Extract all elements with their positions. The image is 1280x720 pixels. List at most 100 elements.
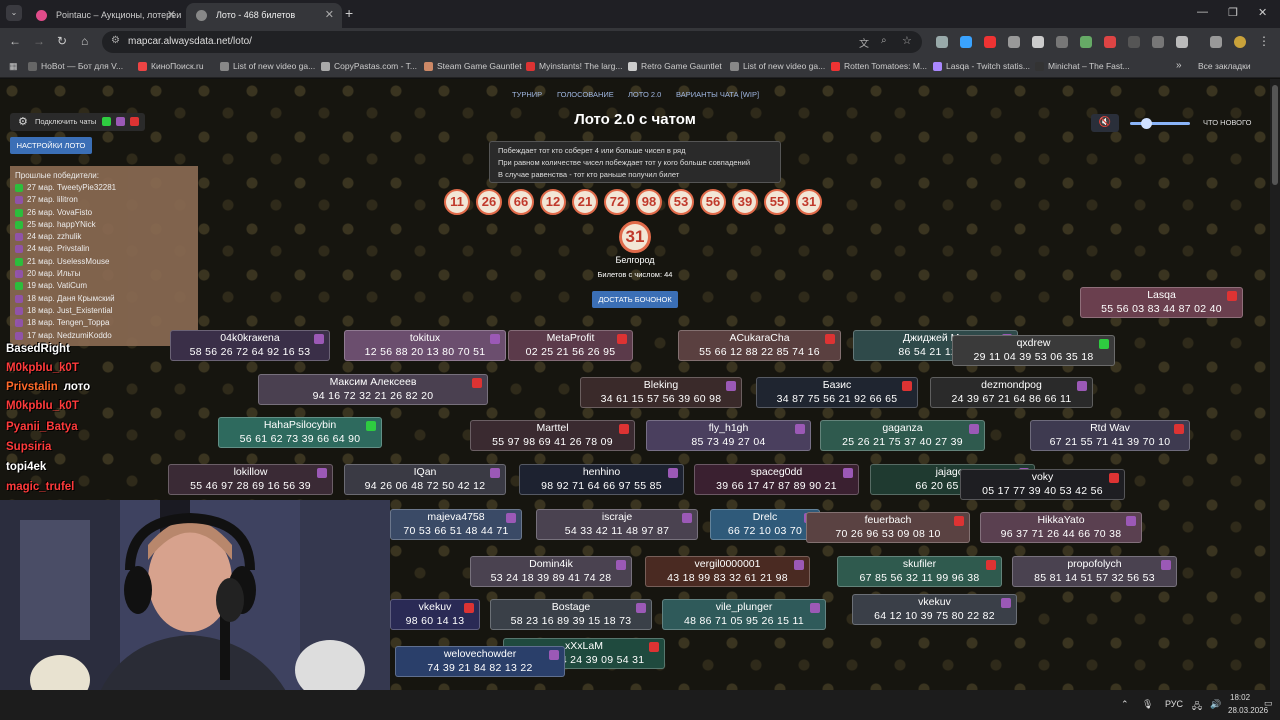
bookmark-item[interactable]: CopyPastas.com - T... bbox=[321, 61, 417, 71]
draw-barrel-button[interactable]: ДОСТАТЬ БОЧОНОК bbox=[592, 291, 678, 308]
nav-chat-variants-link[interactable]: ВАРИАНТЫ ЧАТА [WIP] bbox=[676, 90, 759, 99]
home-icon[interactable]: ⌂ bbox=[81, 34, 88, 48]
extensions-puzzle-icon[interactable] bbox=[1176, 36, 1188, 48]
lottery-ticket: Bleking 34 61 15 57 56 39 60 98 bbox=[580, 377, 742, 408]
notifications-icon[interactable]: ▭ bbox=[1264, 698, 1273, 709]
new-tab-button[interactable]: + bbox=[345, 5, 353, 21]
all-bookmarks-link[interactable]: Все закладки bbox=[1198, 61, 1251, 71]
minimize-icon[interactable]: — bbox=[1197, 6, 1208, 18]
forward-icon[interactable]: → bbox=[33, 34, 45, 48]
apps-grid-icon[interactable]: ▦ bbox=[9, 61, 18, 72]
lottery-ticket: tokitux 12 56 88 20 13 80 70 51 bbox=[344, 330, 506, 361]
bookmark-item[interactable]: Myinstants! The larg... bbox=[526, 61, 622, 71]
kick-icon[interactable] bbox=[102, 117, 111, 126]
translate-icon[interactable]: 文 bbox=[859, 35, 869, 50]
close-window-icon[interactable]: ✕ bbox=[1258, 6, 1267, 19]
past-winners-panel: Прошлые победители: 27 мар. TweetyPie322… bbox=[10, 166, 198, 346]
platform-icon bbox=[986, 560, 996, 570]
ticket-numbers: 70 26 96 53 09 08 10 bbox=[835, 528, 941, 540]
ticket-numbers: 74 39 21 84 82 13 22 bbox=[427, 662, 533, 674]
drawn-ball: 56 bbox=[700, 189, 726, 215]
platform-icon bbox=[366, 421, 376, 431]
past-winner-row: 17 мар. NedzumiKoddo bbox=[15, 330, 193, 342]
zoom-icon[interactable]: ⌕ bbox=[881, 35, 887, 46]
tab-pointauc[interactable]: Pointauc – Аукционы, лотереи ✕ bbox=[26, 3, 184, 28]
language-indicator[interactable]: РУС bbox=[1165, 699, 1183, 709]
tray-expand-icon[interactable]: ⌃ bbox=[1121, 699, 1129, 710]
bookmark-label: List of new video ga... bbox=[743, 61, 826, 71]
tab-search-button[interactable]: ⌄ bbox=[6, 5, 22, 21]
ticket-owner-name: fly_h1gh bbox=[708, 422, 749, 434]
reading-list-icon[interactable] bbox=[1210, 36, 1222, 48]
connect-chats-button[interactable]: ⚙ Подключить чаты bbox=[10, 113, 145, 131]
extension-icon[interactable] bbox=[1104, 36, 1116, 48]
bookmark-star-icon[interactable]: ☆ bbox=[902, 34, 912, 47]
whats-new-link[interactable]: ЧТО НОВОГО bbox=[1203, 118, 1251, 127]
platform-icon bbox=[902, 381, 912, 391]
extension-icon[interactable] bbox=[1056, 36, 1068, 48]
extension-icon[interactable] bbox=[936, 36, 948, 48]
past-winner-row: 27 мар. TweetyPie32281 bbox=[15, 182, 193, 194]
ticket-numbers: 12 56 88 20 13 80 70 51 bbox=[364, 346, 486, 358]
reload-icon[interactable]: ↻ bbox=[57, 34, 67, 48]
extension-icon[interactable] bbox=[1008, 36, 1020, 48]
bookmark-item[interactable]: Steam Game Gauntlet bbox=[424, 61, 522, 71]
drawn-ball: 39 bbox=[732, 189, 758, 215]
address-bar[interactable]: ⚙ mapcar.alwaysdata.net/loto/ 文 ⌕ ☆ bbox=[102, 31, 922, 53]
close-tab-icon[interactable]: ✕ bbox=[167, 3, 176, 28]
nav-voting-link[interactable]: ГОЛОСОВАНИЕ bbox=[557, 90, 614, 99]
bookmark-item[interactable]: Lasqa - Twitch statis... bbox=[933, 61, 1030, 71]
bookmark-item[interactable]: Retro Game Gauntlet bbox=[628, 61, 722, 71]
url-text[interactable]: mapcar.alwaysdata.net/loto/ bbox=[128, 36, 252, 47]
back-icon[interactable]: ← bbox=[9, 34, 21, 48]
extension-icon[interactable] bbox=[984, 36, 996, 48]
scrollbar-thumb[interactable] bbox=[1272, 85, 1278, 185]
past-winner-text: 18 мар. Just_Existential bbox=[27, 305, 113, 315]
ticket-numbers: 98 60 14 13 bbox=[405, 615, 465, 627]
ticket-owner-name: Rtd Wav bbox=[1090, 422, 1130, 434]
extension-icon[interactable] bbox=[960, 36, 972, 48]
past-winners-title: Прошлые победители: bbox=[15, 171, 99, 180]
bookmark-item[interactable]: КиноПоиск.ru bbox=[138, 61, 204, 71]
ticket-owner-name: HahaPsilocybin bbox=[263, 419, 337, 431]
lottery-ticket: vergil0000001 43 18 99 83 32 61 21 98 bbox=[645, 556, 810, 587]
platform-icon bbox=[15, 196, 23, 205]
youtube-icon[interactable] bbox=[130, 117, 139, 126]
site-info-icon[interactable]: ⚙ bbox=[111, 35, 120, 46]
lottery-ticket: Bostage 58 23 16 89 39 15 18 73 bbox=[490, 599, 652, 630]
past-winner-text: 21 мар. UselessMouse bbox=[27, 256, 110, 266]
ticket-owner-name: HikkaYato bbox=[1037, 514, 1085, 526]
nav-loto-link[interactable]: ЛОТО 2.0 bbox=[628, 90, 661, 99]
chat-message: topi4ek bbox=[6, 461, 52, 473]
clock-date[interactable]: 28.03.2026 bbox=[1228, 706, 1268, 715]
loto-settings-button[interactable]: НАСТРОЙКИ ЛОТО bbox=[10, 137, 92, 154]
microphone-icon[interactable]: 🎙 bbox=[1142, 699, 1153, 710]
extension-icon[interactable] bbox=[1080, 36, 1092, 48]
twitch-icon[interactable] bbox=[116, 117, 125, 126]
mute-icon[interactable]: 🔇 bbox=[1091, 114, 1119, 132]
bookmark-label: Minichat – The Fast... bbox=[1048, 61, 1130, 71]
platform-icon bbox=[649, 642, 659, 652]
extension-icon[interactable] bbox=[1128, 36, 1140, 48]
tab-loto[interactable]: Лото - 468 билетов ✕ bbox=[186, 3, 342, 28]
extension-icon[interactable] bbox=[1152, 36, 1164, 48]
bookmark-item[interactable]: HoBot — Бот для V... bbox=[28, 61, 123, 71]
bookmark-item[interactable]: List of new video ga... bbox=[730, 61, 825, 71]
menu-dots-icon[interactable]: ⋮ bbox=[1258, 34, 1270, 48]
network-icon[interactable]: 🖧 bbox=[1192, 699, 1202, 715]
clock-time[interactable]: 18:02 bbox=[1230, 693, 1250, 702]
bookmark-item[interactable]: Minichat – The Fast... bbox=[1035, 61, 1130, 71]
bookmark-item[interactable]: List of new video ga... bbox=[220, 61, 315, 71]
lottery-ticket: Максим Алексеев 94 16 72 32 21 26 82 20 bbox=[258, 374, 488, 405]
more-bookmarks-icon[interactable]: » bbox=[1176, 60, 1182, 71]
profile-avatar[interactable] bbox=[1234, 36, 1246, 48]
volume-slider[interactable] bbox=[1130, 122, 1190, 125]
page-scrollbar[interactable] bbox=[1270, 79, 1280, 690]
close-tab-icon[interactable]: ✕ bbox=[325, 3, 334, 28]
extension-icon[interactable] bbox=[1032, 36, 1044, 48]
nav-tournament-link[interactable]: ТУРНИР bbox=[512, 90, 542, 99]
bookmark-item[interactable]: Rotten Tomatoes: M... bbox=[831, 61, 927, 71]
maximize-icon[interactable]: ❐ bbox=[1228, 6, 1238, 19]
volume-icon[interactable]: 🔊 bbox=[1210, 699, 1221, 710]
volume-slider-handle[interactable] bbox=[1141, 118, 1152, 129]
